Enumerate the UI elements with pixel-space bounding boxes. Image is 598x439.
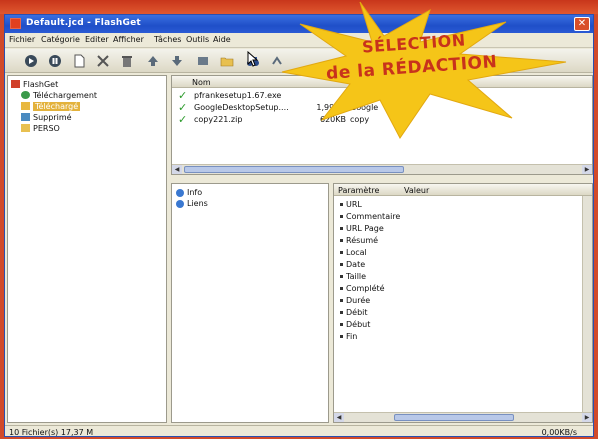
toolbar xyxy=(5,49,593,73)
scroll-left-icon[interactable]: ◀ xyxy=(172,165,182,174)
status-file-count: 10 Fichier(s) 17,37 M xyxy=(9,428,94,437)
file-name: pfrankesetup1.67.exe xyxy=(194,91,282,100)
scroll-right-icon[interactable]: ▶ xyxy=(582,413,592,422)
delete-icon[interactable] xyxy=(95,53,111,69)
status-bar: 10 Fichier(s) 17,37 M 0,00KB/s xyxy=(5,425,593,437)
pause-icon[interactable] xyxy=(47,53,63,69)
download-folder-icon xyxy=(21,91,30,99)
menu-taches[interactable]: Tâches xyxy=(154,35,181,44)
menu-afficher[interactable]: Afficher xyxy=(113,35,144,44)
param-row: Commentaire xyxy=(340,212,400,221)
menu-fichier[interactable]: Fichier xyxy=(9,35,35,44)
file-comment: pfrank xyxy=(350,91,376,100)
menu-editer[interactable]: Editer xyxy=(85,35,109,44)
trash-icon[interactable] xyxy=(119,53,135,69)
move-up-icon[interactable] xyxy=(145,53,161,69)
completed-check-icon: ✓ xyxy=(178,101,188,114)
file-name: GoogleDesktopSetup.... xyxy=(194,103,289,112)
flashget-window: Default.jcd - FlashGet ✕ Fichier Catégor… xyxy=(4,14,594,437)
list-row[interactable]: ✓ GoogleDesktopSetup.... 1,99Mo Google xyxy=(172,102,592,114)
flashget-root-icon xyxy=(11,80,20,88)
tree-item-perso[interactable]: PERSO xyxy=(21,123,60,133)
params-horizontal-scrollbar[interactable]: ◀ ▶ xyxy=(334,412,592,422)
param-row: Durée xyxy=(340,296,370,305)
tree-item-supprime[interactable]: Supprimé xyxy=(21,112,72,122)
scroll-left-icon[interactable]: ◀ xyxy=(334,413,344,422)
close-button[interactable]: ✕ xyxy=(574,17,590,31)
file-comment: copy xyxy=(350,115,370,124)
param-row: URL Page xyxy=(340,224,384,233)
scroll-thumb[interactable] xyxy=(184,166,404,173)
folder-icon[interactable] xyxy=(219,53,235,69)
file-size: 620KB xyxy=(319,115,346,124)
links-item[interactable]: Liens xyxy=(176,199,208,208)
param-row: Date xyxy=(340,260,365,269)
start-icon[interactable] xyxy=(23,53,39,69)
category-icon[interactable] xyxy=(195,53,211,69)
params-header: Paramètre Valeur xyxy=(334,184,592,196)
tree-item-flashget[interactable]: FlashGet xyxy=(11,79,58,89)
links-icon xyxy=(176,199,184,208)
deleted-folder-icon xyxy=(21,113,30,121)
param-row: Résumé xyxy=(340,236,378,245)
params-vertical-scrollbar[interactable] xyxy=(582,196,592,414)
completed-check-icon: ✓ xyxy=(178,89,188,102)
status-speed: 0,00KB/s xyxy=(541,428,577,437)
param-row: Début xyxy=(340,320,370,329)
title-bar: Default.jcd - FlashGet ✕ xyxy=(5,15,593,33)
completed-check-icon: ✓ xyxy=(178,113,188,126)
param-row: Débit xyxy=(340,308,368,317)
magazine-header-strip xyxy=(0,0,598,14)
info-icon xyxy=(176,188,184,197)
column-name-header[interactable]: Nom xyxy=(192,78,211,87)
new-file-icon[interactable] xyxy=(71,53,87,69)
param-row: Complété xyxy=(340,284,385,293)
menu-aide[interactable]: Aide xyxy=(213,35,231,44)
find-next-icon[interactable] xyxy=(269,53,285,69)
file-size: 1,99Mo xyxy=(316,103,346,112)
menu-categorie[interactable]: Catégorie xyxy=(41,35,80,44)
list-horizontal-scrollbar[interactable]: ◀ ▶ xyxy=(172,164,592,174)
move-down-icon[interactable] xyxy=(169,53,185,69)
window-title: Default.jcd - FlashGet xyxy=(26,18,141,28)
perso-folder-icon xyxy=(21,124,30,132)
tree-item-telechargement[interactable]: Téléchargement xyxy=(21,90,97,100)
scroll-thumb[interactable] xyxy=(394,414,514,421)
parameters-pane: Paramètre Valeur URL Commentaire URL Pag… xyxy=(333,183,593,423)
list-row[interactable]: ✓ pfrankesetup1.67.exe pfrank xyxy=(172,90,592,102)
mouse-cursor-icon xyxy=(247,51,259,67)
param-row: Taille xyxy=(340,272,366,281)
info-item[interactable]: Info xyxy=(176,188,202,197)
param-row: Fin xyxy=(340,332,357,341)
flashget-app-icon xyxy=(10,18,21,29)
list-row[interactable]: ✓ copy221.zip 620KB copy xyxy=(172,114,592,126)
tree-item-telecharge[interactable]: Téléchargé xyxy=(21,101,81,111)
column-parametre-header[interactable]: Paramètre xyxy=(338,186,379,195)
menu-outils[interactable]: Outils xyxy=(186,35,209,44)
file-name: copy221.zip xyxy=(194,115,243,124)
param-row: URL xyxy=(340,200,362,209)
scroll-right-icon[interactable]: ▶ xyxy=(582,165,592,174)
downloaded-folder-icon xyxy=(21,102,30,110)
menu-bar: Fichier Catégorie Editer Afficher Tâches… xyxy=(5,33,593,48)
info-pane: Info Liens xyxy=(171,183,329,423)
file-comment: Google xyxy=(350,103,379,112)
column-valeur-header[interactable]: Valeur xyxy=(404,186,429,195)
category-tree: FlashGet Téléchargement Téléchargé Suppr… xyxy=(7,75,167,423)
download-list: Nom ✓ pfrankesetup1.67.exe pfrank ✓ Goog… xyxy=(171,75,593,175)
param-row: Local xyxy=(340,248,367,257)
